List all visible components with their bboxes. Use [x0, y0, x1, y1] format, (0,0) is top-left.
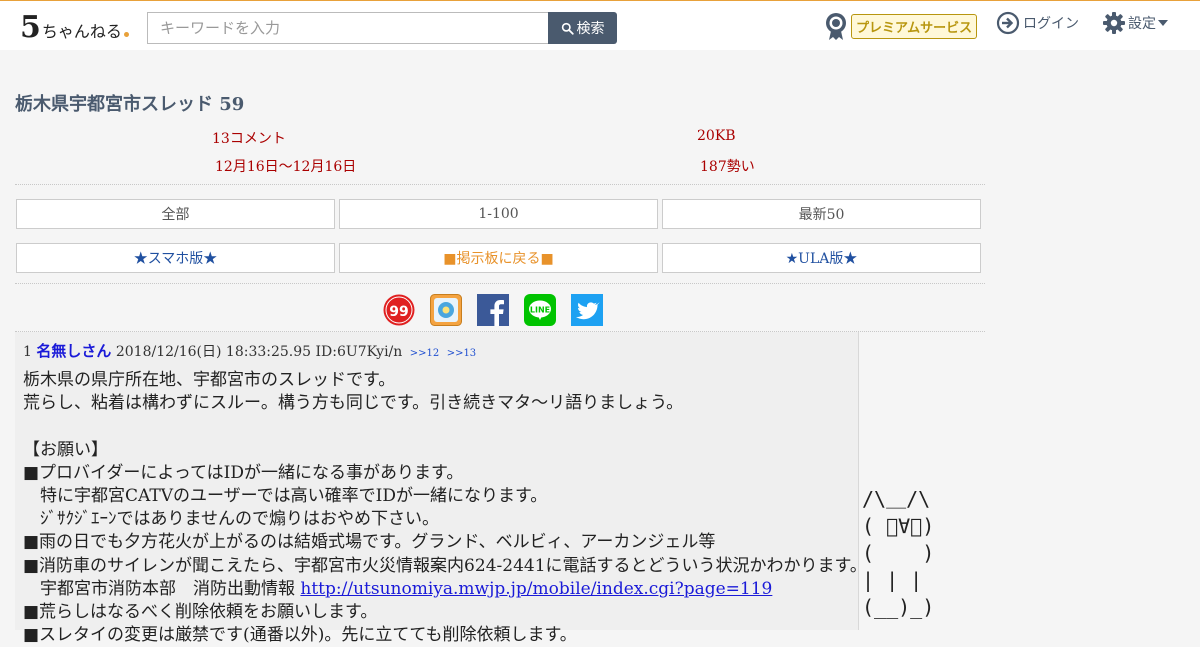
momentum: 187勢い — [700, 159, 755, 175]
login-link[interactable]: ログイン — [996, 10, 1079, 36]
post-line: ■スレタイの変更は厳禁です(通番以外)。先に立てても削除依頼します。 — [23, 625, 577, 646]
post-datetime: 2018/12/16(日) 18:33:25.95 — [115, 344, 312, 360]
smartphone-version-button[interactable]: ★スマホ版★ — [16, 243, 335, 273]
post-line: ■雨の日でも夕方花火が上がるのは結婚式場です。グランド、ベルビィ、アーカンジェル… — [23, 532, 716, 553]
top-bar: 5 ちゃんねる 検索 プレミアムサービス ログイン — [0, 0, 1200, 50]
settings-label: 設定 — [1128, 16, 1156, 32]
divider — [15, 283, 985, 284]
99-icon[interactable]: 99 — [383, 294, 415, 326]
post-line: 荒らし、粘着は構わずにスルー。構う方も同じです。引き続きマタ～リ語りましょう。 — [23, 393, 684, 414]
post-body: 栃木県の県庁所在地、宇都宮市のスレッドです。荒らし、粘着は構わずにスルー。構う方… — [23, 369, 867, 647]
post-number: 1 — [23, 344, 32, 360]
caret-down-icon — [1158, 20, 1168, 26]
post-line: ■荒らしはなるべく削除依頼をお願いします。 — [23, 602, 378, 623]
facebook-icon[interactable] — [477, 294, 509, 326]
search-icon — [561, 22, 574, 35]
thread-title: 栃木県宇都宮市スレッド 59 — [15, 94, 245, 115]
logo-five: 5 — [20, 10, 41, 45]
ula-version-button[interactable]: ★ULA版★ — [662, 243, 981, 273]
poster-id[interactable]: ID:6U7Kyi/n — [316, 344, 403, 360]
post-line: 栃木県の県庁所在地、宇都宮市のスレッドです。 — [23, 370, 396, 390]
premium-badge: プレミアムサービス — [851, 13, 978, 39]
post-line: 宇都宮市消防本部 消防出動情報 http://utsunomiya.mwjp.j… — [23, 578, 867, 601]
nav-all-button[interactable]: 全部 — [16, 199, 335, 229]
post-line: 特に宇都宮CATVのユーザーでは高い確率でIDが一緒になります。 — [23, 486, 548, 506]
twitter-icon[interactable] — [571, 294, 603, 326]
ascii-art: /\＿/\ ( ﾟ∀ﾟ) ( ) | | | (__)_) — [862, 487, 935, 619]
login-icon — [996, 11, 1020, 35]
back-to-board-button[interactable]: ■掲示板に戻る■ — [339, 243, 658, 273]
thread-size: 20KB — [697, 128, 736, 144]
post-line: ■消防車のサイレンが聞こえたら、宇都宮市火災情報案内624-2441に電話すると… — [23, 555, 867, 576]
post-header: 1 名無しさん 2018/12/16(日) 18:33:25.95 ID:6U7… — [23, 340, 476, 361]
fire-info-link[interactable]: http://utsunomiya.mwjp.jp/mobile/index.c… — [300, 579, 772, 599]
nav-range-button[interactable]: 1-100 — [339, 199, 658, 229]
svg-text:99: 99 — [389, 304, 408, 320]
logo-dot — [123, 32, 129, 37]
date-range: 12月16日〜12月16日 — [215, 159, 357, 175]
gear-icon — [1103, 12, 1125, 34]
login-label: ログイン — [1023, 16, 1079, 32]
search-button[interactable]: 検索 — [548, 12, 617, 44]
line-icon[interactable]: LINE — [524, 294, 556, 326]
premium-service-link[interactable]: プレミアムサービス — [824, 11, 978, 41]
site-logo[interactable]: 5 ちゃんねる — [20, 9, 129, 43]
poster-name: 名無しさん — [36, 342, 112, 360]
award-icon — [826, 13, 846, 40]
post-line: ■プロバイダーによってはIDが一緒になる事があります。 — [23, 462, 464, 483]
nav-latest-button[interactable]: 最新50 — [662, 199, 981, 229]
post-line-text: 宇都宮市消防本部 消防出動情報 — [23, 578, 301, 599]
post-1: 1 名無しさん 2018/12/16(日) 18:33:25.95 ID:6U7… — [15, 332, 867, 645]
search-input[interactable] — [147, 12, 549, 44]
reply-link[interactable]: >>13 — [447, 348, 476, 359]
settings-menu[interactable]: 設定 — [1102, 10, 1168, 36]
svg-text:LINE: LINE — [530, 306, 550, 315]
post-line: 【お願い】 — [23, 439, 108, 460]
reply-link[interactable]: >>12 — [410, 348, 439, 359]
post-line: ｼﾞｻｸｼﾞｴｰﾝではありませんので煽りはおやめ下さい。 — [23, 509, 439, 530]
search-button-label: 検索 — [576, 21, 605, 37]
comment-count: 13コメント — [212, 131, 286, 147]
divider — [15, 184, 985, 185]
post-line — [23, 415, 867, 438]
logo-text: ちゃんねる — [41, 22, 122, 41]
photo-icon[interactable] — [430, 294, 462, 326]
